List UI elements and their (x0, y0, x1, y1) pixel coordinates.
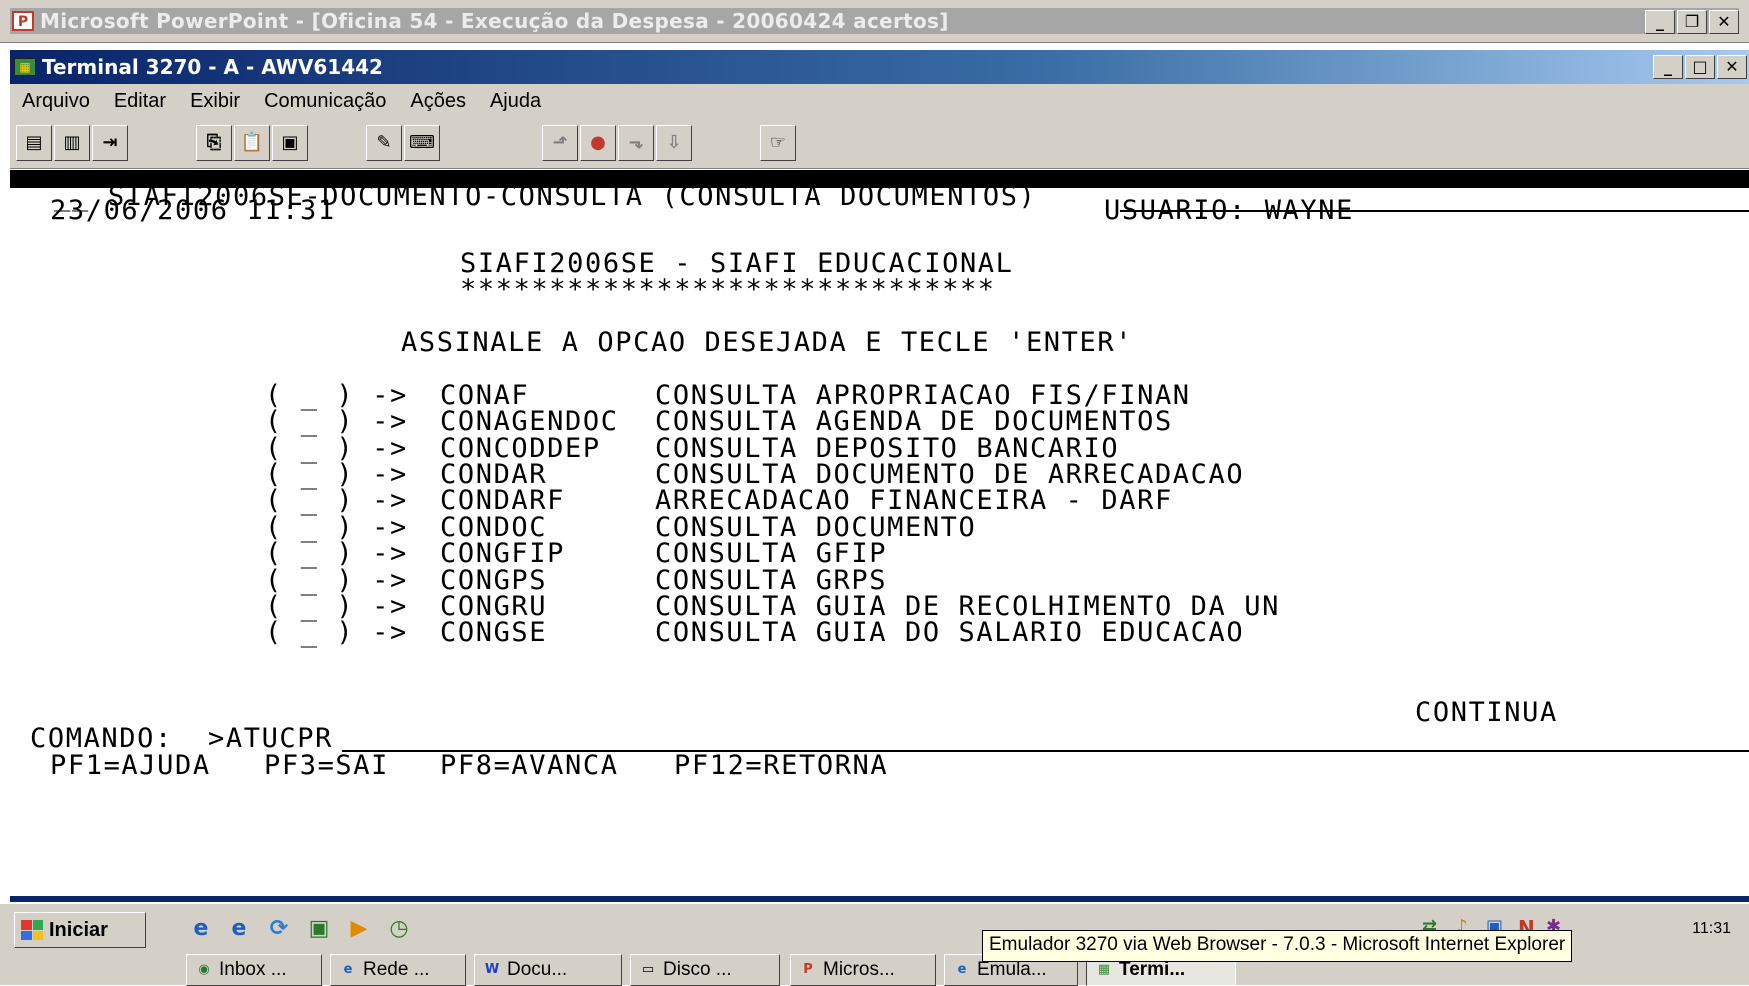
task-label: Termi... (1119, 959, 1186, 980)
powerpoint-icon: P (803, 962, 813, 977)
option-code: CONGSE (440, 617, 548, 648)
keypad-icon[interactable]: ⌨ (404, 125, 440, 161)
ie-icon-2[interactable]: e (224, 914, 254, 944)
powerpoint-titlebar-inner: P Microsoft PowerPoint - [Oficina 54 - E… (10, 8, 1739, 34)
menu-exibir[interactable]: Exibir (178, 90, 252, 113)
task-label: Docu... (507, 959, 568, 980)
ie-icon: e (957, 962, 967, 977)
outlook-icon[interactable]: ⟳ (264, 914, 294, 944)
task-label: Disco ... (663, 959, 732, 980)
exit-icon[interactable]: ⇥ (92, 125, 128, 161)
task-rede[interactable]: e Rede ... (330, 954, 466, 986)
taskbar-clock: 11:31 (1692, 920, 1731, 937)
menu-bar: Arquivo Editar Exibir Comunicação Ações … (10, 84, 1749, 118)
ie-icon: e (343, 962, 353, 977)
session-copy-icon[interactable]: ▥ (54, 125, 90, 161)
terminal-minimize-button[interactable]: _ (1653, 55, 1683, 79)
terminal-icon: ▦ (1097, 962, 1111, 977)
task-powerpoint[interactable]: P Micros... (790, 954, 936, 986)
close-button[interactable]: ✕ (1709, 10, 1739, 34)
pf-key-exit[interactable]: PF3=SAI (264, 751, 389, 781)
pf-key-back[interactable]: PF12=RETORNA (674, 751, 888, 781)
task-label: Emula... (977, 959, 1047, 980)
paste-icon[interactable]: 📋 (234, 125, 270, 161)
screen-datetime: 23/06/2006 11:31 (50, 195, 336, 226)
pf-key-help[interactable]: PF1=AJUDA (50, 751, 211, 781)
task-label: Rede ... (363, 959, 430, 980)
start-label: Iniciar (49, 918, 108, 941)
paste-special-icon[interactable]: ▣ (272, 125, 308, 161)
menu-ajuda[interactable]: Ajuda (478, 90, 553, 113)
disk-icon: ▭ (641, 962, 655, 977)
terminal-titlebar: ▦ Terminal 3270 - A - AWV61442 _ □ ✕ (10, 50, 1749, 84)
task-label: Micros... (823, 959, 895, 980)
show-desktop-icon[interactable]: ▣ (304, 914, 334, 944)
transfer-icon[interactable]: ⇩ (656, 125, 692, 161)
continua-indicator: CONTINUA (1415, 697, 1558, 728)
minimize-button[interactable]: _ (1645, 10, 1675, 34)
transfer-send-icon[interactable]: ⬏ (542, 125, 578, 161)
record-icon[interactable]: ● (580, 125, 616, 161)
start-button[interactable]: Iniciar (14, 912, 146, 948)
taskbar-tooltip: Emulador 3270 via Web Browser - 7.0.3 - … (982, 930, 1573, 962)
screen-user: USUARIO: WAYNE (1104, 195, 1354, 226)
ie-icon[interactable]: e (186, 914, 216, 944)
pf-key-forward[interactable]: PF8=AVANCA (440, 751, 619, 781)
transfer-receive-icon[interactable]: ⬎ (618, 125, 654, 161)
option-checkbox[interactable]: ( _ ) -> (265, 618, 408, 648)
option-desc: CONSULTA GUIA DO SALARIO EDUCACAO (655, 617, 1245, 648)
word-icon: W (484, 962, 500, 977)
terminal-title: Terminal 3270 - A - AWV61442 (42, 55, 383, 79)
terminal-screen[interactable]: __ SIAFI2006SE-DOCUMENTO-CONSULTA (CONSU… (10, 182, 1749, 892)
menu-comunicacao[interactable]: Comunicação (252, 90, 398, 113)
terminal-close-button[interactable]: ✕ (1717, 55, 1747, 79)
menu-arquivo[interactable]: Arquivo (10, 90, 102, 113)
outlook-icon: ◉ (198, 962, 210, 977)
clock-app-icon[interactable]: ◷ (384, 914, 414, 944)
terminal-window-controls: _ □ ✕ (1653, 55, 1747, 79)
terminal-maximize-button[interactable]: □ (1685, 55, 1715, 79)
terminal-app-icon: ▦ (14, 58, 36, 76)
powerpoint-titlebar: P Microsoft PowerPoint - [Oficina 54 - E… (0, 0, 1749, 43)
menu-acoes[interactable]: Ações (398, 90, 478, 113)
session-icon[interactable]: ▤ (16, 125, 52, 161)
task-inbox[interactable]: ◉ Inbox ... (186, 954, 322, 986)
menu-editar[interactable]: Editar (102, 90, 178, 113)
copy-icon[interactable]: ⎘ (196, 125, 232, 161)
restore-button[interactable]: ❐ (1677, 10, 1707, 34)
task-docu[interactable]: W Docu... (474, 954, 622, 986)
instruction-text: ASSINALE A OPCAO DESEJADA E TECLE 'ENTER… (401, 327, 1134, 358)
system-title-stars: ****************************** (460, 274, 996, 305)
powerpoint-app-icon: P (12, 11, 34, 31)
settings-icon[interactable]: ✎ (366, 125, 402, 161)
powerpoint-window-controls: _ ❐ ✕ (1645, 10, 1739, 34)
media-player-icon[interactable]: ▶ (344, 914, 374, 944)
task-label: Inbox ... (219, 959, 287, 980)
hand-icon[interactable]: ☞ (760, 125, 796, 161)
powerpoint-title: Microsoft PowerPoint - [Oficina 54 - Exe… (40, 9, 949, 33)
task-disco[interactable]: ▭ Disco ... (630, 954, 780, 986)
toolbar: ▤ ▥ ⇥ ⎘ 📋 ▣ ✎ ⌨ ⬏ ● ⬎ ⇩ ☞ (10, 118, 1749, 169)
windows-logo-icon (21, 920, 43, 940)
